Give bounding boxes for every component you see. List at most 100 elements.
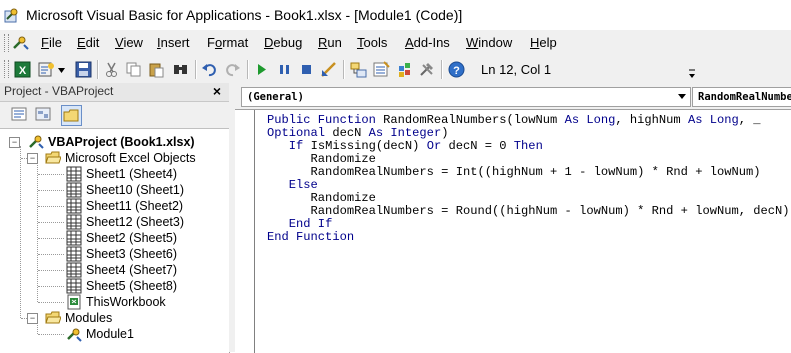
code-token: , _	[738, 113, 761, 127]
view-object-icon[interactable]	[34, 105, 53, 124]
toolbar-grip[interactable]	[4, 60, 9, 78]
collapse-toggle[interactable]: −	[27, 313, 38, 324]
code-token: RandomRealNumbers = Int((highNum + 1 - l…	[267, 165, 761, 179]
code-line[interactable]: RandomRealNumbers = Round((highNum - low…	[267, 205, 790, 218]
code-token: decN	[332, 126, 369, 140]
insert-module-icon[interactable]	[38, 61, 55, 78]
vba-project-icon	[29, 135, 44, 149]
copy-icon[interactable]	[125, 61, 142, 78]
toggle-folders-button[interactable]	[61, 105, 82, 126]
tree-line	[38, 222, 64, 223]
toolbox-icon[interactable]	[418, 61, 435, 78]
excel-view-icon[interactable]: X	[14, 61, 31, 78]
code-token: Randomize	[267, 191, 376, 205]
code-token: Randomize	[267, 152, 376, 166]
module-icon	[67, 328, 82, 342]
paste-icon[interactable]	[148, 61, 165, 78]
standard-toolbar: X ? Ln 12, Col 1	[0, 56, 791, 83]
reset-icon[interactable]	[298, 61, 315, 78]
code-keyword: Public Function	[267, 113, 384, 127]
worksheet-icon	[66, 246, 82, 262]
code-keyword: As Long	[564, 113, 616, 127]
tree-line	[38, 286, 64, 287]
toolbar-separator	[247, 60, 249, 79]
properties-icon[interactable]	[373, 61, 390, 78]
code-keyword: Then	[513, 139, 543, 153]
menu-edit[interactable]: Edit	[77, 35, 99, 50]
help-icon[interactable]: ?	[448, 61, 465, 78]
code-window: (General) RandomRealNumbers Public Funct…	[235, 83, 791, 353]
worksheet-icon	[66, 262, 82, 278]
run-icon[interactable]	[253, 61, 270, 78]
project-pane-header: Project - VBAProject ×	[0, 83, 229, 102]
collapse-toggle[interactable]: −	[9, 137, 20, 148]
cut-icon[interactable]	[103, 61, 120, 78]
open-folder-icon	[45, 311, 61, 324]
object-combo[interactable]: (General)	[241, 87, 691, 107]
workbook-icon	[67, 294, 81, 310]
design-mode-icon[interactable]	[320, 61, 337, 78]
menu-insert[interactable]: Insert	[157, 35, 190, 50]
collapse-toggle[interactable]: −	[27, 153, 38, 164]
view-code-icon[interactable]	[10, 105, 29, 124]
project-explorer-icon[interactable]	[350, 61, 367, 78]
menu-run[interactable]: Run	[318, 35, 342, 50]
menu-file[interactable]: File	[41, 35, 62, 50]
folder-icon	[63, 109, 79, 122]
worksheet-icon	[66, 166, 82, 182]
menu-format[interactable]: Format	[207, 35, 248, 50]
code-keyword: Optional	[267, 126, 333, 140]
procedure-combo[interactable]: RandomRealNumbers	[692, 87, 791, 107]
code-keyword: End Function	[267, 230, 355, 244]
menu-window[interactable]: Window	[466, 35, 512, 50]
code-token: , highNum	[615, 113, 688, 127]
tree-line	[38, 270, 64, 271]
title-bar: Microsoft Visual Basic for Applications …	[0, 0, 791, 30]
object-browser-icon[interactable]	[396, 61, 413, 78]
tree-line	[38, 190, 64, 191]
vba-menu-icon[interactable]	[12, 35, 30, 51]
redo-icon[interactable]	[224, 61, 241, 78]
save-icon[interactable]	[75, 61, 92, 78]
code-line[interactable]: End Function	[267, 231, 790, 244]
break-icon[interactable]	[276, 61, 293, 78]
toolbar-separator	[97, 60, 99, 79]
project-pane-toolbar	[0, 102, 229, 128]
insert-dropdown-icon[interactable]	[58, 68, 65, 73]
svg-text:?: ?	[453, 65, 460, 77]
toolbar-separator	[441, 60, 443, 79]
tree-line	[38, 302, 64, 303]
close-icon[interactable]: ×	[209, 83, 225, 100]
svg-text:X: X	[19, 65, 27, 77]
code-token: IsMissing(decN)	[310, 139, 427, 153]
find-icon[interactable]	[172, 61, 189, 78]
toolbar-separator	[195, 60, 197, 79]
menu-tools[interactable]: Tools	[357, 35, 387, 50]
menu-help[interactable]: Help	[530, 35, 557, 50]
project-tree: − VBAProject (Book1.xlsx) − Microsoft Ex…	[0, 128, 230, 353]
chevron-down-icon[interactable]	[678, 94, 686, 99]
worksheet-icon	[66, 182, 82, 198]
code-token: decN = 0	[448, 139, 514, 153]
code-editor[interactable]: Public Function RandomRealNumbers(lowNum…	[235, 109, 791, 353]
code-keyword: If	[288, 139, 311, 153]
undo-icon[interactable]	[201, 61, 218, 78]
project-pane-title: Project - VBAProject	[4, 84, 114, 98]
code-text[interactable]: Public Function RandomRealNumbers(lowNum…	[267, 114, 790, 244]
toolbar-options-icon[interactable]	[688, 68, 696, 80]
menu-view[interactable]: View	[115, 35, 143, 50]
code-keyword: Else	[288, 178, 318, 192]
worksheet-icon	[66, 214, 82, 230]
code-keyword: End If	[288, 217, 333, 231]
code-token: RandomRealNumbers(lowNum	[383, 113, 565, 127]
worksheet-icon	[66, 230, 82, 246]
code-line[interactable]: RandomRealNumbers = Int((highNum + 1 - l…	[267, 166, 790, 179]
menubar-grip[interactable]	[4, 34, 9, 52]
code-keyword: As Integer	[368, 126, 442, 140]
menu-add-ins[interactable]: Add-Ins	[405, 35, 450, 50]
open-folder-icon	[45, 151, 61, 164]
margin-indicator-bar[interactable]	[235, 110, 255, 353]
menu-debug[interactable]: Debug	[264, 35, 302, 50]
